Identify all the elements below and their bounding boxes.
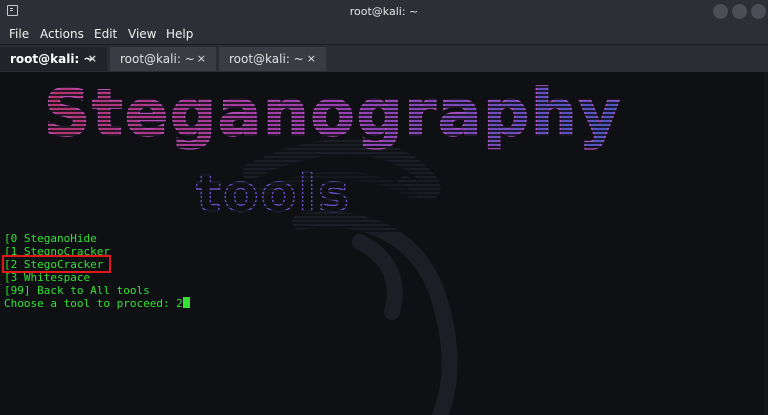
close-tab-icon[interactable]: × (197, 47, 206, 71)
maximize-button[interactable] (732, 4, 747, 19)
menu-help[interactable]: Help (166, 27, 193, 41)
close-tab-icon[interactable]: × (88, 47, 97, 71)
window-title: root@kali: ~ (349, 5, 419, 18)
text-cursor (182, 297, 190, 308)
menu-actions[interactable]: Actions (40, 27, 84, 41)
terminal-output[interactable]: Steganography tools [0 SteganoHide [1 St… (0, 72, 768, 415)
tab-2[interactable]: root@kali: ~ × (110, 47, 216, 71)
menu-edit[interactable]: Edit (94, 27, 117, 41)
close-tab-icon[interactable]: × (307, 47, 316, 71)
menu-option-99: [99] Back to All tools (4, 284, 150, 297)
tab-label: root@kali: ~ (120, 52, 195, 66)
close-window-button[interactable] (751, 4, 766, 19)
banner-title: Steganography (43, 77, 623, 151)
menu-option-0: [0 SteganoHide (4, 232, 97, 245)
scrollbar[interactable] (764, 72, 768, 415)
banner-subtitle: tools (195, 164, 352, 224)
prompt-text: Choose a tool to proceed: 2 (4, 297, 183, 310)
menu-file[interactable]: File (9, 27, 29, 41)
menu-bar: File Actions Edit View Help (0, 24, 768, 44)
title-bar: root@kali: ~ (0, 0, 768, 24)
tab-label: root@kali: ~ (10, 52, 94, 66)
tab-bar: root@kali: ~ × root@kali: ~ × root@kali:… (0, 45, 768, 72)
highlight-box (2, 255, 111, 273)
prompt-line[interactable]: Choose a tool to proceed: 2 (4, 297, 190, 310)
tab-3[interactable]: root@kali: ~ × (219, 47, 326, 71)
tab-1[interactable]: root@kali: ~ × (0, 47, 107, 71)
minimize-button[interactable] (713, 4, 728, 19)
tab-label: root@kali: ~ (229, 52, 304, 66)
menu-view[interactable]: View (128, 27, 156, 41)
